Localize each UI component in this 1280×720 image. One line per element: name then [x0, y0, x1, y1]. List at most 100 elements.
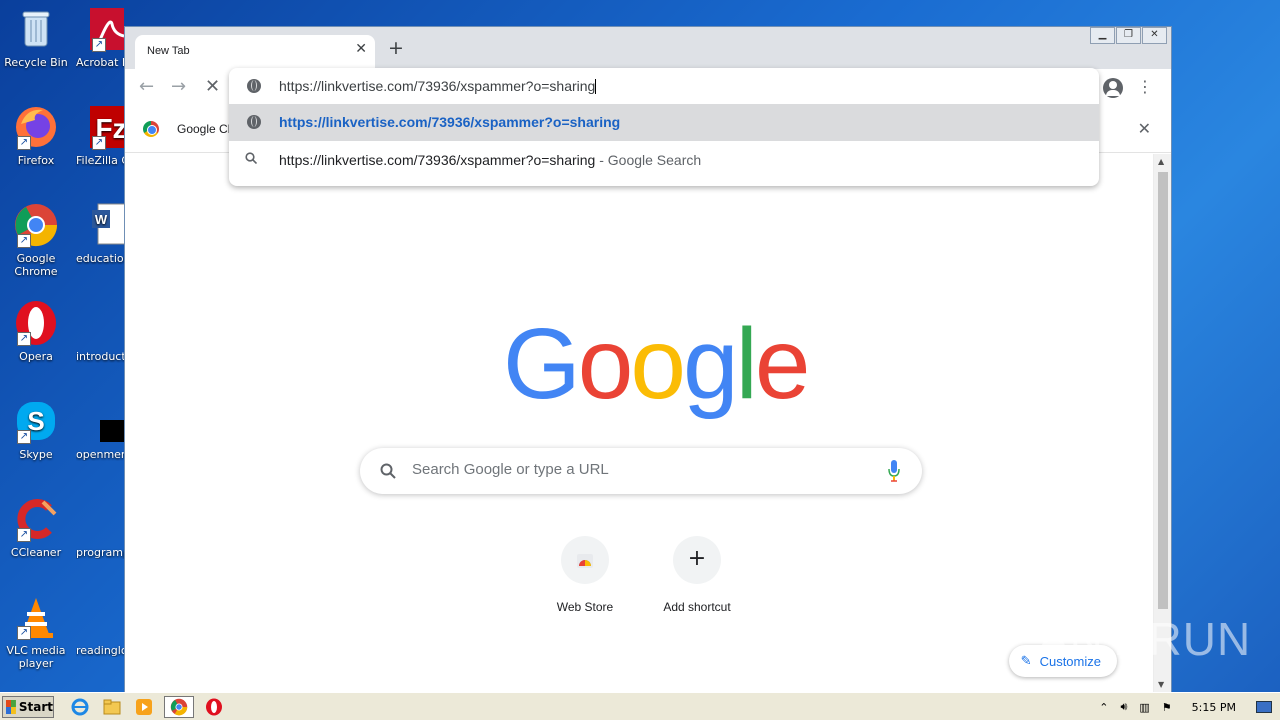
address-bar[interactable]: https://linkvertise.com/73936/xspammer?o…	[229, 68, 1099, 104]
omnibox-dropdown: https://linkvertise.com/73936/xspammer?o…	[229, 68, 1099, 186]
kebab-menu-icon[interactable]: ⋮	[1137, 77, 1153, 97]
chrome-icon: ↗	[13, 202, 59, 248]
opera-icon: ↗	[13, 300, 59, 346]
new-tab-button[interactable]: +	[388, 39, 404, 58]
scroll-up-arrow-icon[interactable]: ▲	[1158, 157, 1164, 166]
desktop-icon-label: CCleaner	[10, 546, 62, 559]
shortcut-web-store[interactable]: Web Store	[529, 536, 641, 614]
desktop-icon-opera[interactable]: ↗ Opera	[0, 300, 72, 363]
shortcut-label: Web Store	[556, 600, 614, 614]
forward-arrow-icon[interactable]: →	[171, 77, 186, 97]
opera-taskbar-icon[interactable]	[202, 696, 226, 718]
address-bar-text[interactable]: https://linkvertise.com/73936/xspammer?o…	[279, 78, 597, 94]
filezilla-icon: Fz ↗	[88, 104, 124, 150]
window-controls: ▁ ❐ ✕	[1089, 27, 1167, 44]
word-doc-icon: W	[88, 202, 124, 248]
internet-explorer-icon[interactable]	[68, 696, 92, 718]
tab-close-icon[interactable]: ✕	[355, 41, 367, 57]
chrome-icon	[143, 121, 159, 137]
profile-avatar-icon[interactable]	[1103, 78, 1123, 98]
pencil-icon: ✎	[1020, 653, 1032, 668]
taskbar: Start ⌃ 🔊︎ ▥ ⚑ 5:15 PM	[0, 692, 1280, 720]
clock[interactable]: 5:15 PM	[1192, 701, 1236, 714]
desktop-icon-recycle-bin[interactable]: Recycle Bin	[0, 6, 72, 69]
vlc-icon: ↗	[13, 594, 59, 640]
desktop-icon-filezilla[interactable]: Fz ↗ FileZilla C	[76, 104, 124, 167]
google-search-box[interactable]	[360, 448, 922, 494]
ccleaner-icon: ↗	[13, 496, 59, 542]
desktop-icon-vlc[interactable]: ↗ VLC media player	[0, 594, 72, 670]
volume-icon[interactable]: 🔊︎	[1120, 700, 1127, 714]
network-icon[interactable]: ▥	[1139, 701, 1149, 714]
search-input[interactable]	[412, 461, 872, 478]
close-button[interactable]: ✕	[1142, 27, 1167, 44]
web-store-icon	[561, 536, 609, 584]
close-icon[interactable]: ✕	[1138, 119, 1151, 138]
tab-title: New Tab	[147, 45, 190, 57]
file-icon	[88, 496, 124, 542]
show-desktop-icon[interactable]	[1256, 701, 1272, 713]
desktop-icon-label: Acrobat Reader	[76, 56, 124, 69]
desktop-icon-label: VLC media player	[6, 644, 66, 670]
desktop-icon-label: programp	[76, 546, 124, 559]
skype-icon: S ↗	[13, 398, 59, 444]
suggestion-url[interactable]: https://linkvertise.com/73936/xspammer?o…	[229, 104, 1099, 141]
desktop-icon-google-chrome[interactable]: ↗ Google Chrome	[0, 202, 72, 278]
file-explorer-icon[interactable]	[100, 696, 124, 718]
desktop-icon-programp[interactable]: programp	[76, 496, 124, 559]
start-button[interactable]: Start	[2, 695, 54, 718]
media-player-icon[interactable]	[132, 696, 156, 718]
svg-text:W: W	[95, 212, 108, 227]
desktop-icon-label: openmem	[76, 448, 124, 461]
action-center-flag-icon[interactable]: ⚑	[1162, 701, 1172, 714]
globe-icon	[247, 115, 261, 129]
scroll-down-arrow-icon[interactable]: ▼	[1158, 680, 1164, 689]
anyrun-watermark: ANY RUN	[1038, 613, 1252, 665]
stop-loading-icon[interactable]: ✕	[205, 77, 220, 97]
file-icon	[88, 398, 124, 444]
start-label: Start	[18, 699, 53, 714]
back-arrow-icon[interactable]: ←	[139, 77, 154, 97]
desktop-icon-ccleaner[interactable]: ↗ CCleaner	[0, 496, 72, 559]
bookmark-label: Google Cl	[177, 122, 231, 136]
desktop-icon-label: Google Chrome	[14, 252, 58, 278]
suggestion-search[interactable]: https://linkvertise.com/73936/xspammer?o…	[229, 141, 1099, 178]
suggestion-search-text: https://linkvertise.com/73936/xspammer?o…	[279, 152, 702, 168]
title-bar: New Tab ✕ + ▁ ❐ ✕	[125, 27, 1171, 69]
desktop-icon-label: FileZilla C	[76, 154, 124, 167]
desktop-icon-introducti[interactable]: introducti	[76, 300, 124, 363]
suggestion-url-text: https://linkvertise.com/73936/xspammer?o…	[279, 114, 621, 130]
file-icon	[88, 300, 124, 346]
chrome-taskbar-icon[interactable]	[164, 695, 194, 718]
shortcut-label: Add shortcut	[663, 600, 731, 614]
acrobat-icon: ↗	[88, 6, 124, 52]
search-icon	[245, 152, 257, 164]
desktop-icon-skype[interactable]: S ↗ Skype	[0, 398, 72, 461]
desktop-icon-label: Firefox	[17, 154, 55, 167]
desktop-icon-education[interactable]: W education	[76, 202, 124, 265]
show-hidden-icons-icon[interactable]: ⌃	[1099, 701, 1108, 714]
system-tray: ⌃ 🔊︎ ▥ ⚑ 5:15 PM	[1093, 693, 1280, 720]
tab-new-tab[interactable]: New Tab ✕	[135, 35, 375, 69]
shortcut-add[interactable]: + Add shortcut	[641, 536, 753, 614]
desktop-icon-label: Recycle Bin	[4, 56, 68, 69]
scroll-thumb[interactable]	[1158, 172, 1168, 609]
desktop-icon-label: Opera	[19, 350, 53, 363]
desktop-icon-label: Skype	[19, 448, 53, 461]
microphone-icon[interactable]	[888, 460, 900, 482]
file-icon	[88, 594, 124, 640]
recycle-bin-icon	[13, 6, 59, 52]
desktop-icon-label: readinglo	[76, 644, 124, 657]
desktop-icon-acrobat[interactable]: ↗ Acrobat Reader	[76, 6, 124, 69]
minimize-button[interactable]: ▁	[1090, 27, 1115, 44]
google-logo: Google	[503, 308, 810, 420]
search-icon	[380, 463, 396, 479]
bookmark-google-chrome[interactable]: Google Cl	[143, 121, 230, 137]
add-icon: +	[673, 536, 721, 584]
maximize-button[interactable]: ❐	[1116, 27, 1141, 44]
globe-icon	[247, 79, 261, 93]
desktop-icon-firefox[interactable]: ↗ Firefox	[0, 104, 72, 167]
desktop-icon-label: introducti	[76, 350, 124, 363]
desktop-icon-readinglo[interactable]: readinglo	[76, 594, 124, 657]
desktop-icon-openmem[interactable]: openmem	[76, 398, 124, 461]
